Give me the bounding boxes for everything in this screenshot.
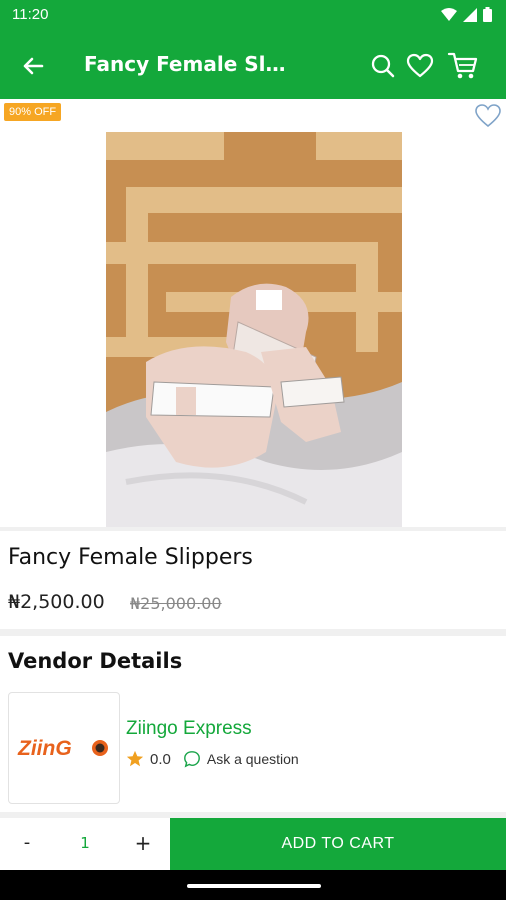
vendor-heading: Vendor Details bbox=[8, 649, 183, 673]
cart-icon bbox=[447, 52, 478, 79]
ask-question-button[interactable]: Ask a question bbox=[183, 750, 299, 768]
product-photo[interactable] bbox=[106, 132, 402, 527]
logo-text: ZiinG bbox=[17, 737, 72, 760]
slippers-image bbox=[106, 132, 402, 527]
add-to-cart-button[interactable]: ADD TO CART bbox=[170, 818, 506, 870]
home-gesture-bar[interactable] bbox=[187, 884, 321, 888]
system-nav-bar bbox=[0, 870, 506, 900]
vendor-rating: 0.0 bbox=[150, 750, 171, 768]
product-info-card: Fancy Female Slippers ₦2,500.00 ₦25,000.… bbox=[0, 531, 506, 629]
search-icon bbox=[371, 54, 395, 78]
vendor-meta-row: 0.0 Ask a question bbox=[126, 750, 299, 768]
heart-icon bbox=[406, 53, 434, 78]
quantity-increase-button[interactable]: + bbox=[130, 831, 156, 857]
battery-icon bbox=[483, 7, 492, 22]
product-name: Fancy Female Slippers bbox=[8, 545, 253, 570]
app-bar: Fancy Female Slippers bbox=[0, 33, 506, 99]
ask-question-label: Ask a question bbox=[206, 751, 299, 767]
back-arrow-icon[interactable] bbox=[18, 51, 48, 81]
discount-badge: 90% OFF bbox=[4, 103, 62, 121]
wishlist-button[interactable] bbox=[404, 50, 436, 82]
product-old-price: ₦25,000.00 bbox=[130, 594, 222, 613]
vendor-name[interactable]: Ziingo Express bbox=[126, 718, 252, 740]
status-icons bbox=[441, 7, 492, 22]
cart-bar: - 1 + ADD TO CART bbox=[0, 818, 506, 870]
chat-bubble-icon bbox=[183, 751, 200, 768]
page-title: Fancy Female Slippers bbox=[84, 52, 289, 76]
quantity-value: 1 bbox=[80, 834, 90, 852]
status-bar: 11:20 bbox=[0, 0, 506, 33]
status-time: 11:20 bbox=[12, 6, 49, 23]
wifi-icon bbox=[441, 7, 457, 21]
cart-button[interactable] bbox=[447, 50, 479, 82]
signal-icon bbox=[463, 7, 477, 22]
search-button[interactable] bbox=[367, 50, 399, 82]
star-icon bbox=[126, 750, 144, 767]
product-price: ₦2,500.00 bbox=[8, 591, 105, 613]
quantity-decrease-button[interactable]: - bbox=[14, 832, 40, 858]
product-image-card: 90% OFF bbox=[0, 99, 506, 527]
ziingo-logo-icon: ZiinG bbox=[17, 737, 108, 760]
vendor-logo[interactable]: ZiinG bbox=[8, 692, 120, 804]
vendor-card: Vendor Details ZiinG Ziingo Express 0.0 … bbox=[0, 636, 506, 812]
heart-outline-icon[interactable] bbox=[474, 102, 502, 130]
